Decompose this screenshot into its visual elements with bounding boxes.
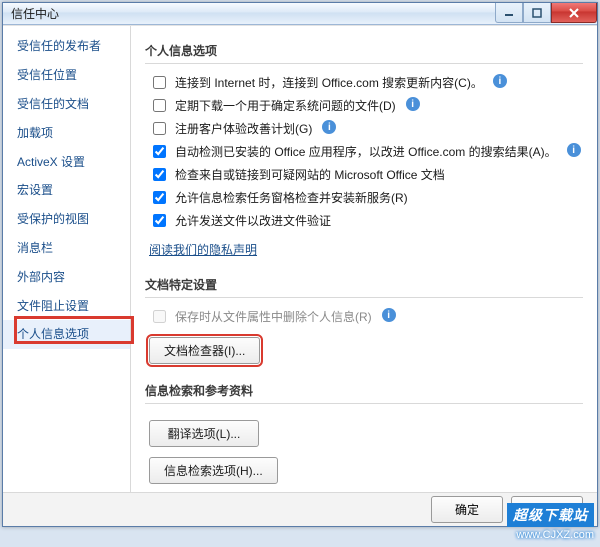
privacy-heading: 个人信息选项 (145, 42, 583, 59)
option-label: 允许信息检索任务窗格检查并安装新服务(R) (175, 189, 408, 207)
category-sidebar: 受信任的发布者 受信任位置 受信任的文档 加载项 ActiveX 设置 宏设置 … (3, 26, 131, 492)
privacy-option-row: 自动检测已安装的 Office 应用程序，以改进 Office.com 的搜索结… (149, 143, 583, 161)
research-options-button[interactable]: 信息检索选项(H)... (149, 457, 278, 484)
option-label: 自动检测已安装的 Office 应用程序，以改进 Office.com 的搜索结… (175, 143, 557, 161)
info-icon[interactable]: i (382, 308, 396, 322)
privacy-option-row: 定期下载一个用于确定系统问题的文件(D) i (149, 97, 583, 115)
cancel-button[interactable]: 取消 (511, 496, 583, 523)
privacy-option-row: 允许信息检索任务窗格检查并安装新服务(R) (149, 189, 583, 207)
privacy-checkbox-3[interactable] (153, 145, 166, 158)
privacy-checkbox-5[interactable] (153, 191, 166, 204)
separator (145, 63, 583, 64)
doc-specific-heading: 文档特定设置 (145, 276, 583, 293)
privacy-option-row: 连接到 Internet 时，连接到 Office.com 搜索更新内容(C)。… (149, 74, 583, 92)
dialog-body: 受信任的发布者 受信任位置 受信任的文档 加载项 ActiveX 设置 宏设置 … (3, 25, 597, 492)
sidebar-item-protected-view[interactable]: 受保护的视图 (3, 205, 130, 234)
window-buttons (495, 3, 597, 23)
privacy-option-row: 允许发送文件以改进文件验证 (149, 212, 583, 230)
info-icon[interactable]: i (493, 74, 507, 88)
option-label: 注册客户体验改善计划(G) (175, 120, 312, 138)
privacy-checkbox-0[interactable] (153, 76, 166, 89)
separator (145, 297, 583, 298)
trust-center-dialog: 信任中心 受信任的发布者 受信任位置 受信任的文档 加载项 ActiveX 设置… (2, 2, 598, 527)
separator (145, 403, 583, 404)
close-button[interactable] (551, 3, 597, 23)
sidebar-item-macro[interactable]: 宏设置 (3, 176, 130, 205)
sidebar-item-trusted-locations[interactable]: 受信任位置 (3, 61, 130, 90)
privacy-option-row: 注册客户体验改善计划(G) i (149, 120, 583, 138)
translation-options-button[interactable]: 翻译选项(L)... (149, 420, 259, 447)
ok-button[interactable]: 确定 (431, 496, 503, 523)
privacy-option-row: 检查来自或链接到可疑网站的 Microsoft Office 文档 (149, 166, 583, 184)
info-icon[interactable]: i (406, 97, 420, 111)
titlebar[interactable]: 信任中心 (3, 3, 597, 25)
privacy-checkbox-1[interactable] (153, 99, 166, 112)
option-label: 定期下载一个用于确定系统问题的文件(D) (175, 97, 396, 115)
research-heading: 信息检索和参考资料 (145, 382, 583, 399)
option-label: 连接到 Internet 时，连接到 Office.com 搜索更新内容(C)。 (175, 74, 483, 92)
watermark-url: www.CJXZ.com (507, 529, 594, 541)
sidebar-item-message-bar[interactable]: 消息栏 (3, 234, 130, 263)
option-remove-personal-info: 保存时从文件属性中删除个人信息(R) i (149, 308, 583, 326)
info-icon[interactable]: i (322, 120, 336, 134)
dialog-footer: 确定 取消 (3, 492, 597, 526)
privacy-checkbox-6[interactable] (153, 214, 166, 227)
maximize-button[interactable] (523, 3, 551, 23)
window-title: 信任中心 (11, 5, 59, 22)
privacy-checkbox-4[interactable] (153, 168, 166, 181)
document-inspector-button[interactable]: 文档检查器(I)... (149, 337, 260, 364)
privacy-statement-link[interactable]: 阅读我们的隐私声明 (149, 241, 257, 258)
info-icon[interactable]: i (567, 143, 581, 157)
checkbox-remove-personal-info (153, 310, 166, 323)
option-label: 检查来自或链接到可疑网站的 Microsoft Office 文档 (175, 166, 445, 184)
sidebar-item-activex[interactable]: ActiveX 设置 (3, 148, 130, 177)
sidebar-item-trusted-publishers[interactable]: 受信任的发布者 (3, 32, 130, 61)
content-panel: 个人信息选项 连接到 Internet 时，连接到 Office.com 搜索更… (131, 26, 597, 492)
sidebar-item-privacy-options[interactable]: 个人信息选项 (3, 320, 130, 349)
sidebar-item-file-block[interactable]: 文件阻止设置 (3, 292, 130, 321)
sidebar-item-trusted-documents[interactable]: 受信任的文档 (3, 90, 130, 119)
option-label: 允许发送文件以改进文件验证 (175, 212, 331, 230)
option-label: 保存时从文件属性中删除个人信息(R) (175, 308, 372, 326)
sidebar-item-addins[interactable]: 加载项 (3, 119, 130, 148)
privacy-checkbox-2[interactable] (153, 122, 166, 135)
minimize-button[interactable] (495, 3, 523, 23)
sidebar-item-external-content[interactable]: 外部内容 (3, 263, 130, 292)
